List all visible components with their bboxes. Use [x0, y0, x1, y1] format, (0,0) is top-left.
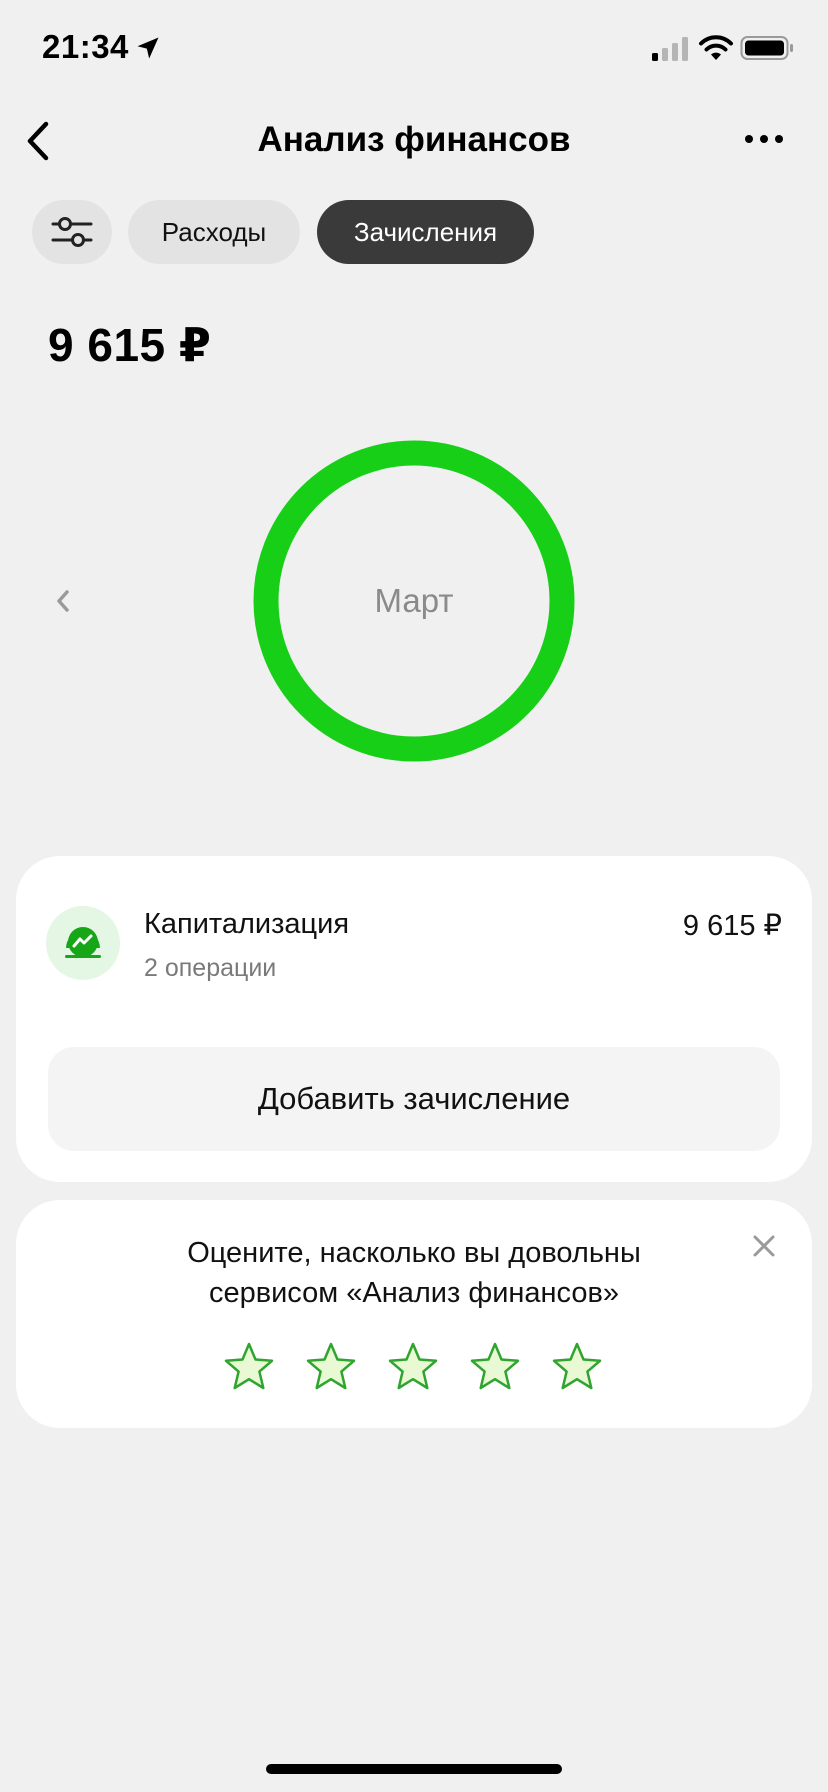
- add-income-button[interactable]: Добавить зачисление: [48, 1047, 780, 1151]
- star-icon[interactable]: [222, 1340, 276, 1394]
- category-name[interactable]: Капитализация: [144, 908, 349, 941]
- rating-prompt: Оцените, насколько вы довольны сервисом …: [187, 1237, 641, 1309]
- prev-month-chevron-icon[interactable]: [50, 586, 76, 616]
- tab-expenses[interactable]: Расходы: [128, 200, 300, 264]
- star-icon[interactable]: [304, 1340, 358, 1394]
- trend-up-icon: [65, 927, 101, 958]
- star-icon[interactable]: [386, 1340, 440, 1394]
- cellular-signal-icon: [652, 37, 688, 61]
- star-icon[interactable]: [468, 1340, 522, 1394]
- tab-income[interactable]: Зачисления: [317, 200, 534, 264]
- battery-icon: [740, 36, 793, 60]
- total-amount: 9 615 ₽: [48, 319, 212, 371]
- close-icon[interactable]: [752, 1234, 776, 1258]
- wifi-icon: [699, 35, 733, 60]
- page-title: Анализ финансов: [257, 120, 571, 159]
- star-icon[interactable]: [550, 1340, 604, 1394]
- category-amount: 9 615 ₽: [682, 910, 782, 942]
- home-indicator: [266, 1764, 562, 1774]
- more-horizontal-icon[interactable]: [742, 126, 786, 152]
- sliders-icon: [51, 217, 93, 247]
- filter-button[interactable]: [32, 200, 112, 264]
- location-arrow-icon: [137, 37, 159, 59]
- status-time: 21:34: [42, 28, 129, 65]
- donut-month-label: Март: [374, 582, 454, 619]
- category-operations-count: 2 операции: [144, 954, 277, 982]
- category-icon-badge: [46, 906, 120, 980]
